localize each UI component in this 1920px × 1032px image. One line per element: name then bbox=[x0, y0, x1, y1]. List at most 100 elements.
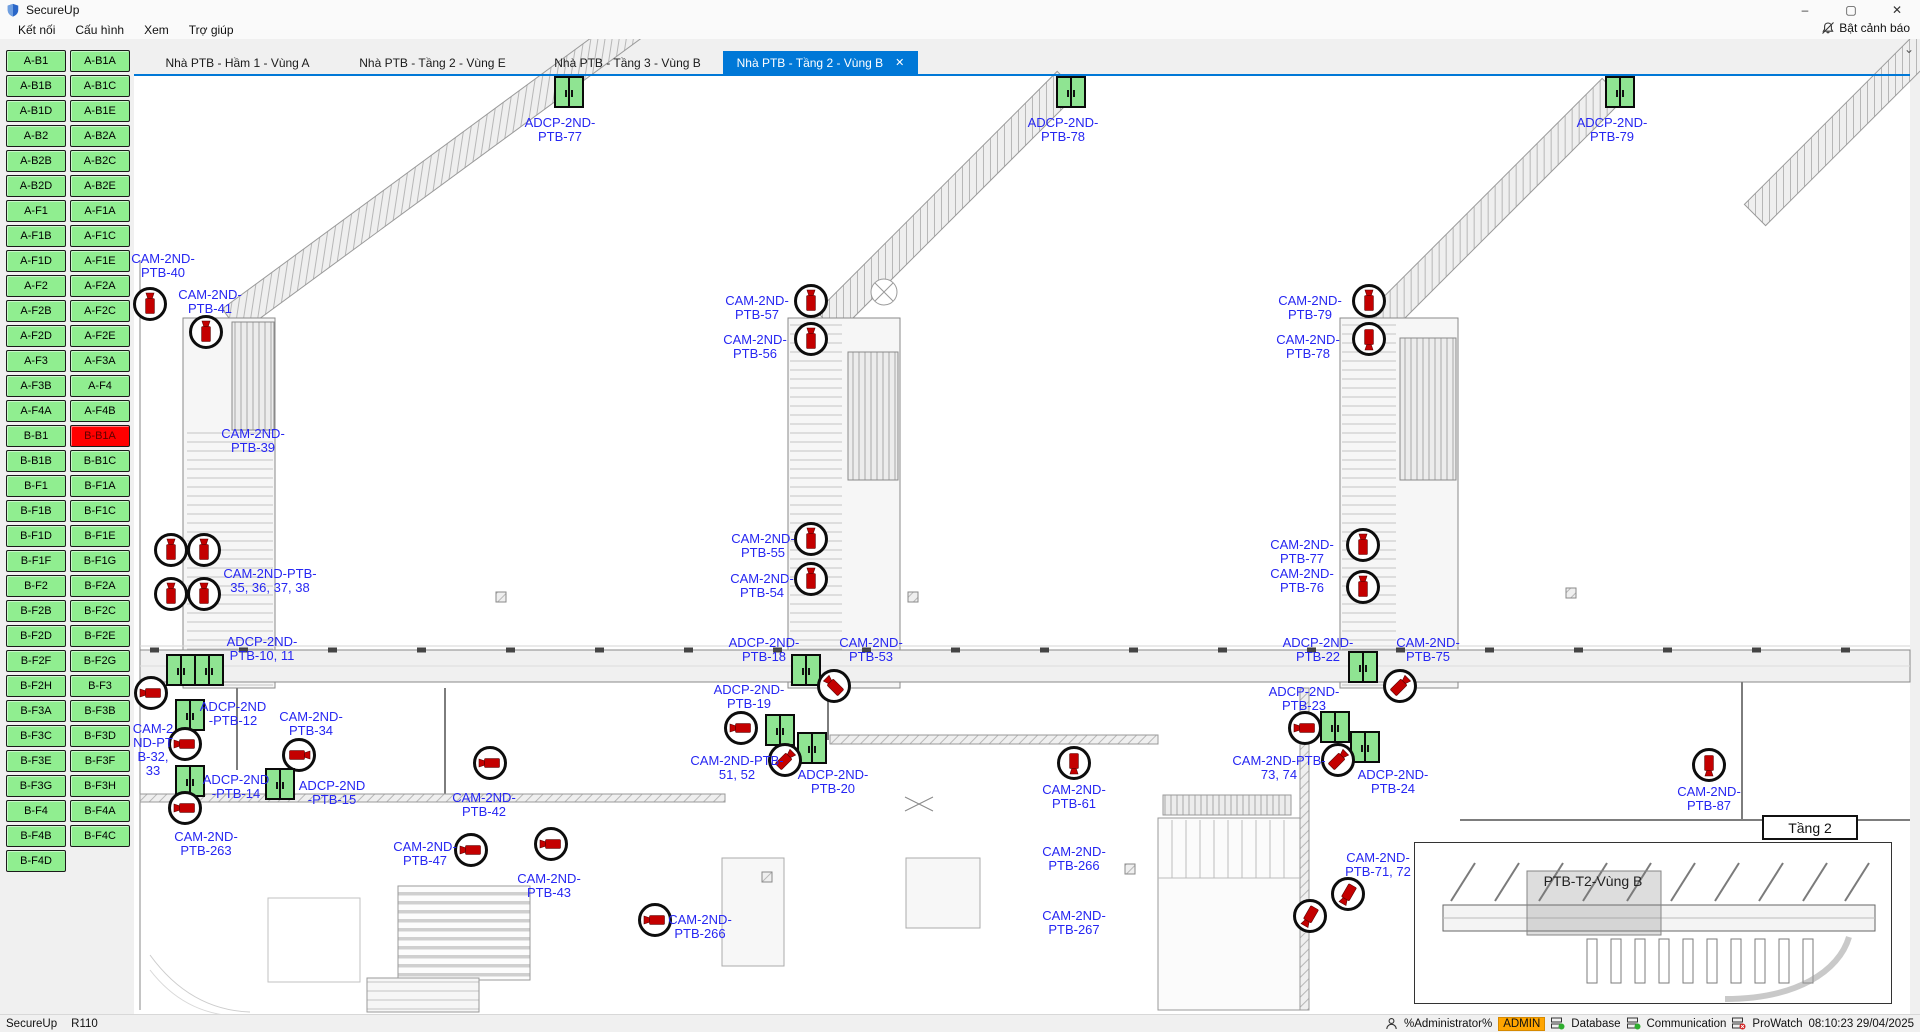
zone-button-b-f3c[interactable]: B-F3C bbox=[6, 725, 66, 747]
zone-button-a-f1a[interactable]: A-F1A bbox=[70, 200, 130, 222]
zone-button-b-f2d[interactable]: B-F2D bbox=[6, 625, 66, 647]
zone-button-b-b1c[interactable]: B-B1C bbox=[70, 450, 130, 472]
menu-item-trợ-giúp[interactable]: Trợ giúp bbox=[179, 20, 244, 39]
camera-icon[interactable] bbox=[1288, 711, 1322, 745]
camera-icon[interactable] bbox=[282, 738, 316, 772]
zone-button-a-b2b[interactable]: A-B2B bbox=[6, 150, 66, 172]
minimize-icon[interactable]: – bbox=[1782, 0, 1828, 20]
zone-button-a-b2a[interactable]: A-B2A bbox=[70, 125, 130, 147]
access-door-icon[interactable] bbox=[166, 654, 196, 686]
zone-button-b-f3[interactable]: B-F3 bbox=[70, 675, 130, 697]
camera-icon[interactable] bbox=[473, 746, 507, 780]
zone-button-b-f2[interactable]: B-F2 bbox=[6, 575, 66, 597]
zone-button-b-f1a[interactable]: B-F1A bbox=[70, 475, 130, 497]
zone-button-a-f4b[interactable]: A-F4B bbox=[70, 400, 130, 422]
zone-button-b-f2e[interactable]: B-F2E bbox=[70, 625, 130, 647]
zone-button-b-f1f[interactable]: B-F1F bbox=[6, 550, 66, 572]
zone-button-a-f1e[interactable]: A-F1E bbox=[70, 250, 130, 272]
camera-icon[interactable] bbox=[724, 711, 758, 745]
camera-icon[interactable] bbox=[134, 676, 168, 710]
camera-icon[interactable] bbox=[1692, 748, 1726, 782]
zone-button-b-f4d[interactable]: B-F4D bbox=[6, 850, 66, 872]
zone-button-b-f1b[interactable]: B-F1B bbox=[6, 500, 66, 522]
zone-button-b-f4b[interactable]: B-F4B bbox=[6, 825, 66, 847]
tab-close-icon[interactable]: ✕ bbox=[895, 56, 904, 69]
zone-button-b-f2g[interactable]: B-F2G bbox=[70, 650, 130, 672]
zone-button-b-f1[interactable]: B-F1 bbox=[6, 475, 66, 497]
zone-button-a-f2a[interactable]: A-F2A bbox=[70, 275, 130, 297]
tab-2[interactable]: Nhà PTB - Tầng 2 - Vùng E bbox=[335, 51, 530, 74]
zone-button-b-f2h[interactable]: B-F2H bbox=[6, 675, 66, 697]
zone-button-a-b1e[interactable]: A-B1E bbox=[70, 100, 130, 122]
zone-button-a-f3a[interactable]: A-F3A bbox=[70, 350, 130, 372]
zone-button-b-f4[interactable]: B-F4 bbox=[6, 800, 66, 822]
zone-button-a-b1c[interactable]: A-B1C bbox=[70, 75, 130, 97]
zone-button-b-f2b[interactable]: B-F2B bbox=[6, 600, 66, 622]
camera-icon[interactable] bbox=[1293, 899, 1327, 933]
camera-icon[interactable] bbox=[1057, 746, 1091, 780]
zone-button-b-f4c[interactable]: B-F4C bbox=[70, 825, 130, 847]
zone-button-a-f4a[interactable]: A-F4A bbox=[6, 400, 66, 422]
zone-button-b-f2f[interactable]: B-F2F bbox=[6, 650, 66, 672]
tab-3[interactable]: Nhà PTB - Tầng 3 - Vùng B bbox=[530, 51, 725, 74]
zone-button-b-b1b[interactable]: B-B1B bbox=[6, 450, 66, 472]
zone-button-a-b1[interactable]: A-B1 bbox=[6, 50, 66, 72]
zone-button-a-b2d[interactable]: A-B2D bbox=[6, 175, 66, 197]
zone-button-a-f2b[interactable]: A-F2B bbox=[6, 300, 66, 322]
zone-button-b-f3h[interactable]: B-F3H bbox=[70, 775, 130, 797]
zone-button-b-f3f[interactable]: B-F3F bbox=[70, 750, 130, 772]
camera-icon[interactable] bbox=[189, 315, 223, 349]
zone-button-a-f1c[interactable]: A-F1C bbox=[70, 225, 130, 247]
floor-label-box[interactable]: Tầng 2 bbox=[1762, 815, 1858, 840]
enable-alarm-button[interactable]: Bật cảnh báo bbox=[1821, 21, 1910, 35]
zone-button-a-b1b[interactable]: A-B1B bbox=[6, 75, 66, 97]
camera-icon[interactable] bbox=[154, 533, 188, 567]
camera-icon[interactable] bbox=[817, 669, 851, 703]
zone-button-b-b1[interactable]: B-B1 bbox=[6, 425, 66, 447]
camera-icon[interactable] bbox=[1331, 877, 1365, 911]
zone-button-b-f3a[interactable]: B-F3A bbox=[6, 700, 66, 722]
zone-button-a-b2[interactable]: A-B2 bbox=[6, 125, 66, 147]
tab-1[interactable]: Nhà PTB - Hầm 1 - Vùng A bbox=[140, 51, 335, 74]
zone-button-a-f1b[interactable]: A-F1B bbox=[6, 225, 66, 247]
camera-icon[interactable] bbox=[187, 533, 221, 567]
zone-button-a-f1d[interactable]: A-F1D bbox=[6, 250, 66, 272]
zone-button-b-f2a[interactable]: B-F2A bbox=[70, 575, 130, 597]
zone-button-a-f2d[interactable]: A-F2D bbox=[6, 325, 66, 347]
tab-overflow-chevron-icon[interactable]: ⌄ bbox=[1904, 42, 1914, 56]
zone-button-b-f2c[interactable]: B-F2C bbox=[70, 600, 130, 622]
zone-button-a-f3b[interactable]: A-F3B bbox=[6, 375, 66, 397]
zone-button-a-f2c[interactable]: A-F2C bbox=[70, 300, 130, 322]
zone-button-b-f3d[interactable]: B-F3D bbox=[70, 725, 130, 747]
menu-item-kết-nối[interactable]: Kết nối bbox=[8, 20, 65, 39]
access-door-icon[interactable] bbox=[765, 714, 795, 746]
zone-button-a-b1a[interactable]: A-B1A bbox=[70, 50, 130, 72]
zone-button-b-f1e[interactable]: B-F1E bbox=[70, 525, 130, 547]
overview-minimap[interactable]: PTB-T2-Vùng B bbox=[1414, 842, 1892, 1004]
zone-button-b-f3b[interactable]: B-F3B bbox=[70, 700, 130, 722]
zone-button-a-f3[interactable]: A-F3 bbox=[6, 350, 66, 372]
zone-button-a-f2[interactable]: A-F2 bbox=[6, 275, 66, 297]
zone-button-b-f4a[interactable]: B-F4A bbox=[70, 800, 130, 822]
tab-4[interactable]: Nhà PTB - Tầng 2 - Vùng B✕ bbox=[723, 51, 918, 74]
access-door-icon[interactable] bbox=[1605, 76, 1635, 108]
zone-button-a-b2e[interactable]: A-B2E bbox=[70, 175, 130, 197]
close-icon[interactable]: ✕ bbox=[1874, 0, 1920, 20]
zone-button-a-f2e[interactable]: A-F2E bbox=[70, 325, 130, 347]
zone-button-b-f1d[interactable]: B-F1D bbox=[6, 525, 66, 547]
maximize-icon[interactable]: ▢ bbox=[1828, 0, 1874, 20]
menu-item-xem[interactable]: Xem bbox=[134, 20, 179, 39]
access-door-icon[interactable] bbox=[554, 76, 584, 108]
zone-button-a-b2c[interactable]: A-B2C bbox=[70, 150, 130, 172]
access-door-icon[interactable] bbox=[1320, 711, 1350, 743]
camera-icon[interactable] bbox=[154, 577, 188, 611]
zone-button-a-f1[interactable]: A-F1 bbox=[6, 200, 66, 222]
camera-icon[interactable] bbox=[534, 827, 568, 861]
menu-item-cấu-hình[interactable]: Cấu hình bbox=[65, 20, 134, 39]
zone-button-b-b1a[interactable]: B-B1A bbox=[70, 425, 130, 447]
zone-button-b-f1g[interactable]: B-F1G bbox=[70, 550, 130, 572]
zone-button-a-f4[interactable]: A-F4 bbox=[70, 375, 130, 397]
zone-button-b-f3g[interactable]: B-F3G bbox=[6, 775, 66, 797]
zone-button-a-b1d[interactable]: A-B1D bbox=[6, 100, 66, 122]
camera-icon[interactable] bbox=[1383, 669, 1417, 703]
